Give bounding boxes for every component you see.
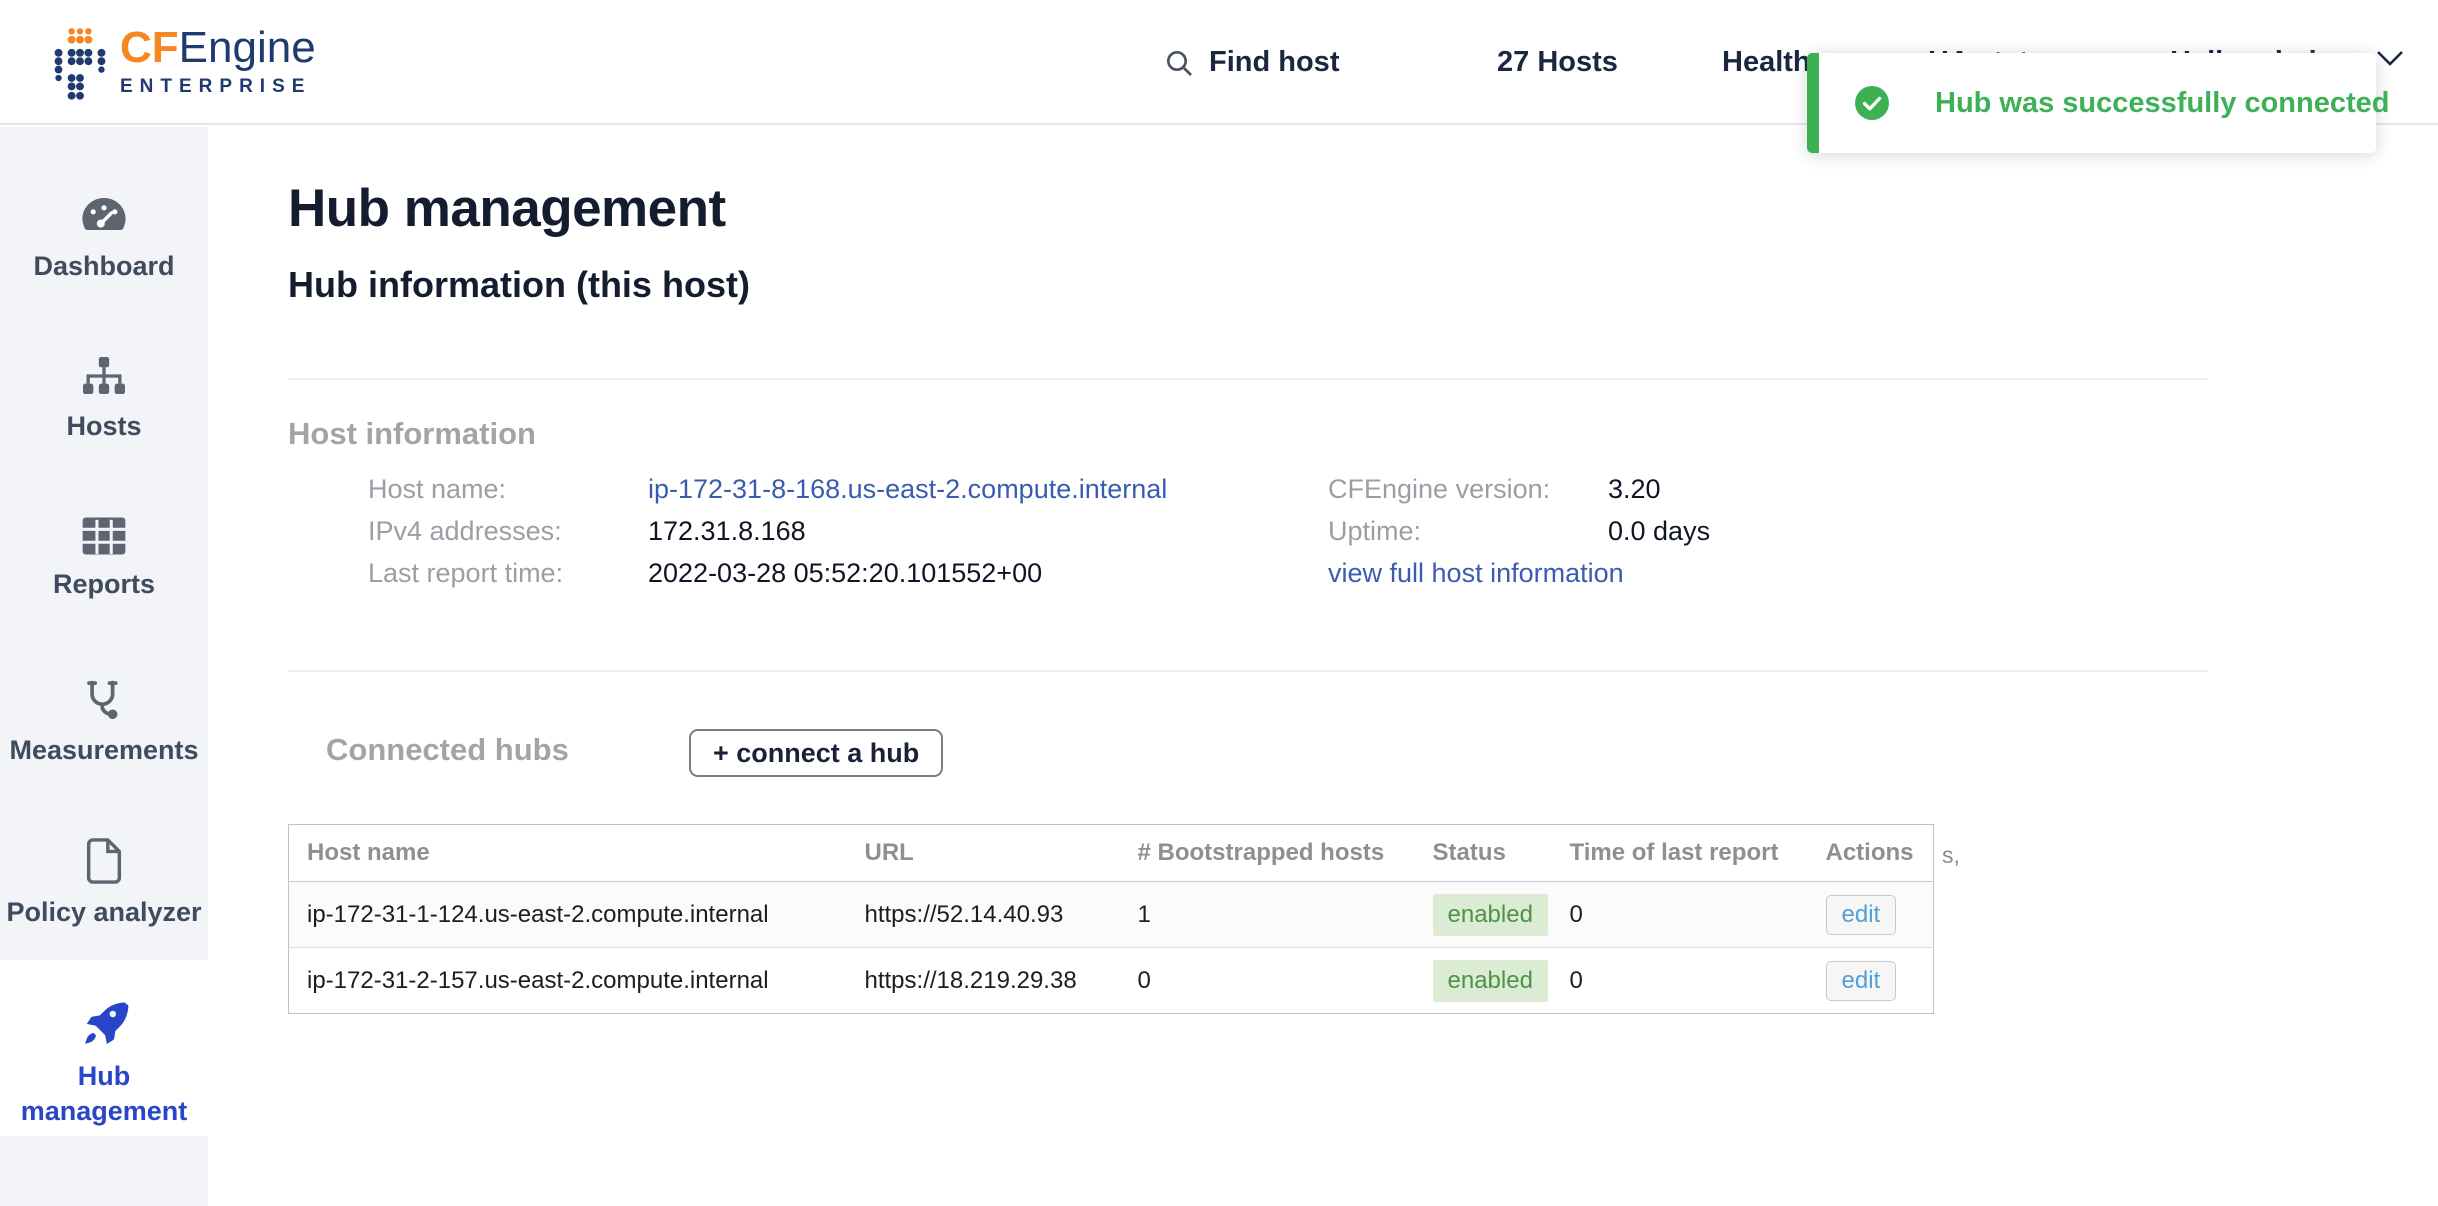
find-host-button[interactable]: Find host xyxy=(1163,0,1339,125)
uptime-label: Uptime: xyxy=(1328,516,1608,547)
cfengine-logo[interactable]: CFEngine ENTERPRISE xyxy=(52,24,316,104)
page-title: Hub management xyxy=(288,178,726,239)
sidebar-item-reports[interactable]: Reports xyxy=(0,516,208,602)
edit-button[interactable]: edit xyxy=(1826,895,1897,935)
cell-url: https://52.14.40.93 xyxy=(847,882,1120,948)
find-host-label: Find host xyxy=(1209,46,1339,79)
sidebar-item-hub-management[interactable]: Hub management xyxy=(0,1000,208,1129)
gauge-icon xyxy=(80,196,128,238)
sidebar-label-dashboard: Dashboard xyxy=(33,249,174,284)
table-header-row: Host name URL # Bootstrapped hosts Statu… xyxy=(289,825,1934,882)
status-badge: enabled xyxy=(1433,894,1548,936)
edit-button[interactable]: edit xyxy=(1826,961,1897,1001)
last-report-value: 2022-03-28 05:52:20.101552+00 xyxy=(648,558,1167,589)
sidebar-label-hub-management: Hub management xyxy=(4,1059,204,1129)
cfengine-version-value: 3.20 xyxy=(1608,474,1710,505)
rocket-icon xyxy=(79,1000,129,1048)
col-bootstrapped-hosts: # Bootstrapped hosts xyxy=(1120,825,1415,882)
chevron-down-icon xyxy=(2376,50,2404,68)
divider xyxy=(288,378,2208,380)
col-status: Status xyxy=(1415,825,1552,882)
col-host-name: Host name xyxy=(289,825,847,882)
ipv4-value: 172.31.8.168 xyxy=(648,516,1167,547)
logo-wordmark: CFEngine xyxy=(120,24,316,72)
host-info-left-column: Host name: ip-172-31-8-168.us-east-2.com… xyxy=(368,474,1167,589)
uptime-value: 0.0 days xyxy=(1608,516,1710,547)
sidebar-label-reports: Reports xyxy=(53,567,155,602)
search-icon xyxy=(1163,47,1195,79)
col-actions: Actions xyxy=(1808,825,1934,882)
col-time-of-last-report: Time of last report xyxy=(1552,825,1808,882)
table-row: ip-172-31-1-124.us-east-2.compute.intern… xyxy=(289,882,1934,948)
logo-cf: CF xyxy=(120,23,179,72)
table-row: ip-172-31-2-157.us-east-2.compute.intern… xyxy=(289,948,1934,1014)
cell-last-report: 0 xyxy=(1552,948,1808,1014)
host-name-link[interactable]: ip-172-31-8-168.us-east-2.compute.intern… xyxy=(648,474,1167,505)
last-report-label: Last report time: xyxy=(368,558,648,589)
status-badge: enabled xyxy=(1433,960,1548,1002)
cell-bootstrapped: 1 xyxy=(1120,882,1415,948)
connect-a-hub-button[interactable]: + connect a hub xyxy=(689,729,943,777)
connected-hubs-heading: Connected hubs xyxy=(326,732,569,768)
toast-message: Hub was successfully connected xyxy=(1935,87,2389,120)
host-name-label: Host name: xyxy=(368,474,648,505)
connected-hubs-table: Host name URL # Bootstrapped hosts Statu… xyxy=(288,824,1934,1014)
stethoscope-icon xyxy=(82,678,126,722)
cfengine-version-label: CFEngine version: xyxy=(1328,474,1608,505)
check-circle-icon xyxy=(1854,85,1890,121)
page-subtitle: Hub information (this host) xyxy=(288,264,750,306)
cell-host-name: ip-172-31-1-124.us-east-2.compute.intern… xyxy=(289,882,847,948)
sidebar-item-dashboard[interactable]: Dashboard xyxy=(0,196,208,284)
cell-url: https://18.219.29.38 xyxy=(847,948,1120,1014)
logo-enterprise: ENTERPRISE xyxy=(120,76,316,98)
overflow-text-fragment: s, xyxy=(1942,842,1960,869)
toast-notification: Hub was successfully connected xyxy=(1807,53,2376,153)
sidebar-label-policy-analyzer: Policy analyzer xyxy=(6,895,201,930)
view-full-host-information-link[interactable]: view full host information xyxy=(1328,558,1710,589)
cfengine-logo-mark xyxy=(52,24,108,104)
sidebar-item-measurements[interactable]: Measurements xyxy=(0,678,208,768)
sidebar-item-policy-analyzer[interactable]: Policy analyzer xyxy=(0,838,208,930)
nav-health[interactable]: Health xyxy=(1722,0,1811,125)
col-url: URL xyxy=(847,825,1120,882)
cell-last-report: 0 xyxy=(1552,882,1808,948)
sidebar: Dashboard Hosts Reports xyxy=(0,127,208,1206)
divider xyxy=(288,670,2208,672)
table-icon xyxy=(81,516,127,556)
nav-hosts-count[interactable]: 27 Hosts xyxy=(1497,0,1618,125)
cell-bootstrapped: 0 xyxy=(1120,948,1415,1014)
ipv4-label: IPv4 addresses: xyxy=(368,516,648,547)
cell-host-name: ip-172-31-2-157.us-east-2.compute.intern… xyxy=(289,948,847,1014)
user-menu-chevron[interactable] xyxy=(2376,50,2404,68)
logo-engine: Engine xyxy=(179,23,316,72)
sitemap-icon xyxy=(81,356,127,398)
sidebar-item-hosts[interactable]: Hosts xyxy=(0,356,208,444)
sidebar-label-hosts: Hosts xyxy=(66,409,141,444)
host-info-right-column: CFEngine version: 3.20 Uptime: 0.0 days … xyxy=(1328,474,1710,589)
host-information-heading: Host information xyxy=(288,416,536,452)
sidebar-label-measurements: Measurements xyxy=(9,733,198,768)
file-icon xyxy=(84,838,124,884)
